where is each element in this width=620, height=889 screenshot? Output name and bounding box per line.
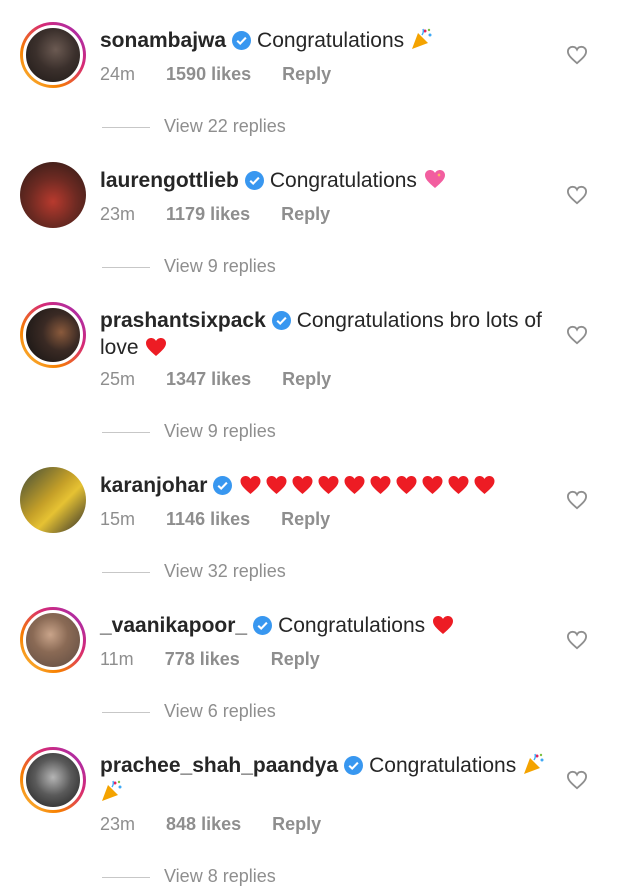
like-heart-icon[interactable]	[566, 490, 588, 510]
red-heart-icon	[292, 476, 313, 494]
red-heart-icon	[474, 476, 495, 494]
comment-username[interactable]: laurengottlieb	[100, 169, 239, 192]
red-heart-icon	[422, 476, 443, 494]
divider	[102, 431, 150, 433]
comment-likes[interactable]: 848 likes	[166, 814, 241, 834]
red-heart-icon	[344, 476, 365, 494]
like-heart-icon[interactable]	[566, 185, 588, 205]
view-replies-label: View 9 replies	[164, 421, 276, 441]
comment-text: Congratulations	[278, 614, 426, 637]
avatar[interactable]	[20, 302, 86, 368]
avatar[interactable]	[20, 607, 86, 673]
view-replies-button[interactable]: View 22 replies	[102, 115, 286, 137]
divider	[102, 711, 150, 713]
comment-time: 15m	[100, 509, 136, 529]
view-replies-button[interactable]: View 32 replies	[102, 560, 286, 582]
comment-text: Congratulations	[269, 169, 417, 192]
view-replies-label: View 22 replies	[164, 116, 286, 136]
comment-text: Congratulations	[369, 754, 517, 777]
comment-likes[interactable]: 1590 likes	[166, 64, 251, 84]
comment-meta: 24m 1590 likes Reply	[100, 63, 357, 85]
sparkling-heart-icon	[424, 170, 445, 188]
comment-username[interactable]: sonambajwa	[100, 29, 226, 52]
verified-badge-icon	[213, 476, 233, 495]
verified-badge-icon	[271, 311, 291, 330]
view-replies-button[interactable]: View 9 replies	[102, 420, 276, 442]
view-replies-label: View 9 replies	[164, 256, 276, 276]
party-popper-icon	[411, 28, 432, 49]
red-heart-icon	[146, 338, 167, 356]
red-heart-icon	[370, 476, 391, 494]
comment-text: Congratulations	[257, 29, 405, 52]
red-heart-icon	[318, 476, 339, 494]
avatar[interactable]	[20, 467, 86, 533]
reply-button[interactable]: Reply	[282, 369, 331, 389]
reply-button[interactable]: Reply	[282, 64, 331, 84]
red-heart-icon	[240, 476, 261, 494]
comment-likes[interactable]: 1146 likes	[166, 509, 250, 529]
party-popper-icon	[102, 780, 122, 801]
comment-hearts: karanjohar	[100, 472, 550, 499]
like-heart-icon[interactable]	[566, 630, 588, 650]
comment-meta: 11m 778 likes Reply	[100, 648, 346, 670]
comment-meta: 23m 848 likes Reply	[100, 813, 347, 835]
view-replies-button[interactable]: View 8 replies	[102, 865, 276, 887]
verified-badge-icon	[253, 616, 273, 635]
comment-likes[interactable]: 1347 likes	[166, 369, 251, 389]
divider	[102, 571, 150, 573]
like-heart-icon[interactable]	[566, 770, 588, 790]
comment-time: 24m	[100, 64, 136, 84]
view-replies-button[interactable]: View 9 replies	[102, 255, 276, 277]
comment-meta: 25m 1347 likes Reply	[100, 368, 357, 390]
verified-badge-icon	[244, 171, 264, 190]
like-heart-icon[interactable]	[566, 325, 588, 345]
view-replies-label: View 32 replies	[164, 561, 286, 581]
reply-button[interactable]: Reply	[281, 509, 330, 529]
reply-button[interactable]: Reply	[271, 649, 320, 669]
comment-meta: 15m 1146 likes Reply	[100, 508, 356, 530]
comment-meta: 23m 1179 likes Reply	[100, 203, 356, 225]
divider	[102, 126, 150, 128]
comment-time: 11m	[100, 649, 134, 669]
reply-button[interactable]: Reply	[281, 204, 330, 224]
comment-likes[interactable]: 778 likes	[165, 649, 240, 669]
avatar[interactable]	[20, 162, 86, 228]
comment-likes[interactable]: 1179 likes	[166, 204, 250, 224]
red-heart-icon	[396, 476, 417, 494]
verified-badge-icon	[232, 31, 252, 50]
red-heart-icon	[448, 476, 469, 494]
like-heart-icon[interactable]	[566, 45, 588, 65]
heart-row	[238, 474, 498, 497]
comment-time: 25m	[100, 369, 136, 389]
view-replies-button[interactable]: View 6 replies	[102, 700, 276, 722]
view-replies-label: View 8 replies	[164, 866, 276, 886]
reply-button[interactable]: Reply	[272, 814, 321, 834]
view-replies-label: View 6 replies	[164, 701, 276, 721]
red-heart-icon	[433, 616, 454, 634]
avatar[interactable]	[20, 747, 86, 813]
comment-time: 23m	[100, 204, 136, 224]
verified-badge-icon	[344, 756, 364, 775]
divider	[102, 876, 150, 878]
avatar[interactable]	[20, 22, 86, 88]
comment-username[interactable]: prashantsixpack	[100, 309, 266, 332]
party-popper-icon	[524, 753, 544, 774]
divider	[102, 266, 150, 268]
comment-username[interactable]: karanjohar	[100, 474, 207, 497]
comment-username[interactable]: prachee_shah_paandya	[100, 754, 338, 777]
red-heart-icon	[266, 476, 287, 494]
comment-username[interactable]: _vaanikapoor_	[100, 614, 247, 637]
comment-time: 23m	[100, 814, 136, 834]
